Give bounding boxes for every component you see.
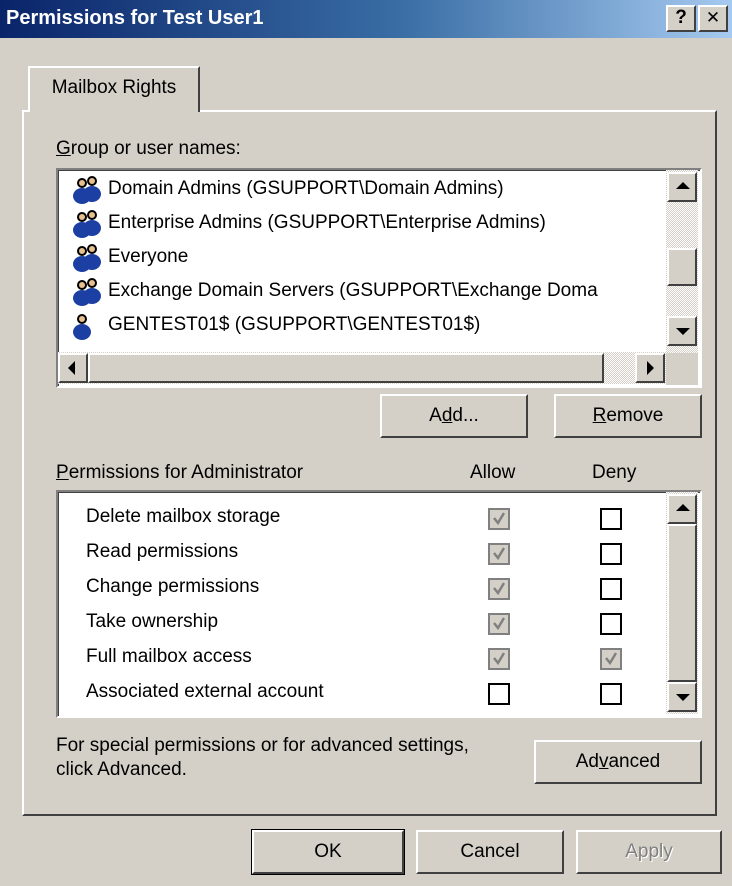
tab-panel: Group or user names: Domain Admins (GSUP… xyxy=(22,110,717,816)
list-item-label: Everyone xyxy=(108,246,189,267)
advanced-button[interactable]: Advanced xyxy=(534,740,702,784)
tab-mailbox-rights[interactable]: Mailbox Rights xyxy=(28,66,200,112)
check-icon xyxy=(493,582,505,596)
allow-checkbox[interactable] xyxy=(488,508,510,530)
add-button[interactable]: Add... xyxy=(380,394,528,438)
window-title: Permissions for Test User1 xyxy=(6,7,264,29)
allow-checkbox[interactable] xyxy=(488,648,510,670)
allow-checkbox[interactable] xyxy=(488,578,510,600)
list-item-label: Exchange Domain Servers (GSUPPORT\Exchan… xyxy=(108,280,598,301)
deny-column-header: Deny xyxy=(592,462,637,483)
allow-checkbox[interactable] xyxy=(488,543,510,565)
perm-scroll-down-button[interactable] xyxy=(667,682,697,712)
permission-label: Associated external account xyxy=(86,681,324,702)
group-icon xyxy=(68,276,106,306)
permission-label: Delete mailbox storage xyxy=(86,506,281,527)
check-icon xyxy=(605,652,617,666)
arrow-up-icon xyxy=(676,504,690,511)
list-item-label: Enterprise Admins (GSUPPORT\Enterprise A… xyxy=(108,212,546,233)
title-bar: Permissions for Test User1 ? ✕ xyxy=(0,0,732,38)
group-icon xyxy=(68,242,106,272)
allow-column-header: Allow xyxy=(470,462,516,483)
close-icon: ✕ xyxy=(705,8,721,27)
advanced-note: For special permissions or for advanced … xyxy=(56,735,469,780)
list-item-label: GENTEST01$ (GSUPPORT\GENTEST01$) xyxy=(108,314,481,335)
permission-label: Change permissions xyxy=(86,576,260,597)
arrow-right-icon xyxy=(647,361,654,375)
scroll-down-button[interactable] xyxy=(667,316,697,346)
perm-scroll-thumb[interactable] xyxy=(667,524,697,682)
arrow-down-icon xyxy=(676,694,690,701)
deny-checkbox[interactable] xyxy=(600,508,622,530)
list-item[interactable]: Enterprise Admins (GSUPPORT\Enterprise A… xyxy=(68,206,546,240)
scroll-thumb[interactable] xyxy=(667,248,697,286)
deny-checkbox[interactable] xyxy=(600,578,622,600)
scroll-corner xyxy=(666,353,698,385)
permission-label: Full mailbox access xyxy=(86,646,252,667)
hscroll-thumb[interactable] xyxy=(88,353,604,383)
deny-checkbox[interactable] xyxy=(600,683,622,705)
list-item-label: Domain Admins (GSUPPORT\Domain Admins) xyxy=(108,178,504,199)
cancel-button[interactable]: Cancel xyxy=(416,830,564,874)
list-item[interactable]: Domain Admins (GSUPPORT\Domain Admins) xyxy=(68,172,504,206)
deny-checkbox[interactable] xyxy=(600,648,622,670)
remove-button[interactable]: Remove xyxy=(554,394,702,438)
group-icon xyxy=(68,174,106,204)
permissions-list[interactable]: Delete mailbox storage Read permissions Ch… xyxy=(56,490,702,718)
tab-label: Mailbox Rights xyxy=(51,77,177,98)
allow-checkbox[interactable] xyxy=(488,683,510,705)
check-icon xyxy=(493,512,505,526)
check-icon xyxy=(493,652,505,666)
list-item[interactable]: Exchange Domain Servers (GSUPPORT\Exchan… xyxy=(68,274,598,308)
deny-checkbox[interactable] xyxy=(600,613,622,635)
permission-label: Take ownership xyxy=(86,611,219,632)
arrow-left-icon xyxy=(68,361,75,375)
permission-label: Read permissions xyxy=(86,541,239,562)
arrow-up-icon xyxy=(676,182,690,189)
group-user-list[interactable]: Domain Admins (GSUPPORT\Domain Admins) En… xyxy=(56,168,702,388)
group-list-label: Group or user names: xyxy=(56,138,241,159)
check-icon xyxy=(493,617,505,631)
ok-button[interactable]: OK xyxy=(251,829,405,875)
permissions-header: Permissions for Administrator xyxy=(56,462,304,483)
scroll-up-button[interactable] xyxy=(667,172,697,202)
check-icon xyxy=(493,547,505,561)
deny-checkbox[interactable] xyxy=(600,543,622,565)
scroll-right-button[interactable] xyxy=(635,353,665,383)
list-item[interactable]: GENTEST01$ (GSUPPORT\GENTEST01$) xyxy=(68,308,480,342)
group-icon xyxy=(68,208,106,238)
arrow-down-icon xyxy=(676,328,690,335)
computer-icon xyxy=(68,310,106,340)
perm-scroll-up-button[interactable] xyxy=(667,494,697,524)
apply-button[interactable]: Apply xyxy=(576,830,722,874)
help-button[interactable]: ? xyxy=(666,5,696,32)
allow-checkbox[interactable] xyxy=(488,613,510,635)
close-button[interactable]: ✕ xyxy=(698,5,728,32)
list-item[interactable]: Everyone xyxy=(68,240,188,274)
scroll-left-button[interactable] xyxy=(58,353,88,383)
